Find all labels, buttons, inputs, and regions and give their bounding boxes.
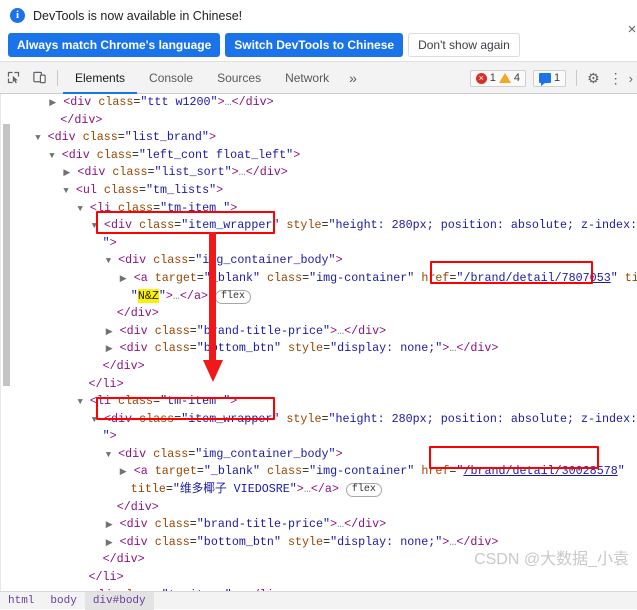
- chevron-right-icon[interactable]: ▶: [120, 274, 127, 284]
- toolbar-divider-2: [576, 70, 577, 86]
- dom-tree-line[interactable]: ▼ <li class="tm-item ">: [1, 200, 637, 218]
- dom-tree-line[interactable]: ▼ <div class="item_wrapper" style="heigh…: [1, 411, 637, 429]
- close-devtools-icon[interactable]: ›: [627, 71, 635, 86]
- dom-tree[interactable]: ▶ <div class="ttt w1200">…</div></div>▼ …: [1, 94, 637, 591]
- message-bubble-icon: [539, 73, 551, 83]
- dom-tree-line[interactable]: ▶ <div class="ttt w1200">…</div>: [1, 94, 637, 112]
- chevron-down-icon[interactable]: ▼: [92, 415, 97, 425]
- breadcrumb-item-body[interactable]: body: [42, 592, 84, 610]
- dom-tree-line[interactable]: "N&Z">…</a> flex: [1, 288, 637, 306]
- gear-icon[interactable]: ⚙: [582, 70, 605, 87]
- chevron-down-icon[interactable]: ▼: [92, 221, 97, 231]
- warning-count: 4: [514, 71, 520, 86]
- chevron-down-icon[interactable]: ▼: [35, 133, 40, 143]
- chevron-right-icon[interactable]: ▶: [106, 520, 113, 530]
- dom-tree-line[interactable]: ▶ <div class="bottom_btn" style="display…: [1, 340, 637, 358]
- error-count: 1: [490, 71, 496, 86]
- chevron-right-icon[interactable]: ▶: [106, 344, 113, 354]
- chevron-right-icon[interactable]: ▶: [120, 467, 127, 477]
- chevron-down-icon[interactable]: ▼: [78, 204, 83, 214]
- dom-tree-line[interactable]: ">: [1, 235, 637, 253]
- tab-sources[interactable]: Sources: [205, 62, 273, 94]
- chevron-right-icon[interactable]: ▶: [106, 538, 113, 548]
- dom-tree-line[interactable]: ▶ <div class="list_sort">…</div>: [1, 164, 637, 182]
- breadcrumb: html body div#body: [0, 591, 637, 609]
- chevron-right-icon[interactable]: ▶: [106, 327, 113, 337]
- dom-tree-line[interactable]: </div>: [1, 358, 637, 376]
- inspect-element-icon[interactable]: [0, 65, 26, 91]
- breadcrumb-item-div-body[interactable]: div#body: [85, 592, 154, 610]
- notification-message-row: i DevTools is now available in Chinese!: [10, 8, 242, 23]
- language-notification-bar: i DevTools is now available in Chinese! …: [0, 0, 637, 62]
- dom-tree-line[interactable]: </div>: [1, 112, 637, 130]
- switch-devtools-to-chinese-button[interactable]: Switch DevTools to Chinese: [225, 33, 403, 57]
- dom-tree-line[interactable]: ▼ <div class="item_wrapper" style="heigh…: [1, 217, 637, 235]
- issue-counters: × 1 4 1: [465, 68, 571, 89]
- dom-tree-line[interactable]: ▼ <ul class="tm_lists">: [1, 182, 637, 200]
- error-warning-counter[interactable]: × 1 4: [470, 70, 526, 87]
- tab-elements[interactable]: Elements: [63, 62, 137, 94]
- csdn-watermark: CSDN @大数据_小袁: [474, 545, 629, 569]
- chevron-down-icon[interactable]: ▼: [106, 256, 111, 266]
- dom-tree-line[interactable]: ▼ <div class="list_brand">: [1, 129, 637, 147]
- dom-tree-line[interactable]: ▶ <a target="_blank" class="img-containe…: [1, 270, 637, 288]
- error-icon: ×: [476, 73, 487, 84]
- message-count: 1: [554, 71, 560, 86]
- warning-icon: [499, 73, 511, 83]
- devtools-window: i DevTools is now available in Chinese! …: [0, 0, 637, 609]
- dom-tree-line[interactable]: ">: [1, 428, 637, 446]
- always-match-chrome-language-button[interactable]: Always match Chrome's language: [8, 33, 220, 57]
- elements-dom-tree-panel[interactable]: ▶ <div class="ttt w1200">…</div></div>▼ …: [0, 94, 637, 591]
- chevron-down-icon[interactable]: ▼: [78, 397, 83, 407]
- chevron-right-icon[interactable]: ▶: [63, 168, 70, 178]
- dom-tree-line[interactable]: ▼ <li class="tm-item ">: [1, 393, 637, 411]
- more-tabs-icon[interactable]: »: [341, 62, 365, 94]
- device-toolbar-icon[interactable]: [26, 65, 52, 91]
- dom-tree-line[interactable]: ▶ <div class="brand-title-price">…</div>: [1, 516, 637, 534]
- dom-tree-line[interactable]: </div>: [1, 305, 637, 323]
- chevron-down-icon[interactable]: ▼: [49, 151, 54, 161]
- dom-tree-line[interactable]: </li>: [1, 376, 637, 394]
- info-icon: i: [10, 8, 25, 23]
- tab-console[interactable]: Console: [137, 62, 205, 94]
- dom-tree-line[interactable]: ▼ <div class="left_cont float_left">: [1, 147, 637, 165]
- chevron-down-icon[interactable]: ▼: [63, 186, 68, 196]
- devtools-toolbar: Elements Console Sources Network » × 1 4…: [0, 62, 637, 94]
- chevron-down-icon[interactable]: ▼: [106, 450, 111, 460]
- dom-tree-line[interactable]: ▶ <a target="_blank" class="img-containe…: [1, 463, 637, 481]
- dom-tree-line[interactable]: </li>: [1, 569, 637, 587]
- dom-tree-line[interactable]: ▼ <div class="img_container_body">: [1, 446, 637, 464]
- kebab-menu-icon[interactable]: ⋮: [605, 70, 627, 87]
- notification-buttons-row: Always match Chrome's language Switch De…: [8, 33, 520, 57]
- tab-network[interactable]: Network: [273, 62, 341, 94]
- toolbar-divider: [57, 70, 58, 86]
- dom-tree-line[interactable]: title="维多椰子 VIEDOSRE">…</a> flex: [1, 481, 637, 499]
- dont-show-again-button[interactable]: Don't show again: [408, 33, 520, 57]
- panel-tabs: Elements Console Sources Network »: [63, 62, 365, 94]
- chevron-right-icon[interactable]: ▶: [49, 98, 56, 108]
- message-counter[interactable]: 1: [533, 70, 566, 87]
- notification-message: DevTools is now available in Chinese!: [33, 9, 242, 23]
- dom-tree-line[interactable]: </div>: [1, 499, 637, 517]
- close-icon[interactable]: ×: [624, 22, 637, 38]
- breadcrumb-item-html[interactable]: html: [0, 592, 42, 610]
- toolbar-right-controls: × 1 4 1 ⚙ ⋮ ›: [465, 62, 635, 94]
- dom-tree-line[interactable]: ▼ <div class="img_container_body">: [1, 252, 637, 270]
- dom-tree-line[interactable]: ▶ <div class="brand-title-price">…</div>: [1, 323, 637, 341]
